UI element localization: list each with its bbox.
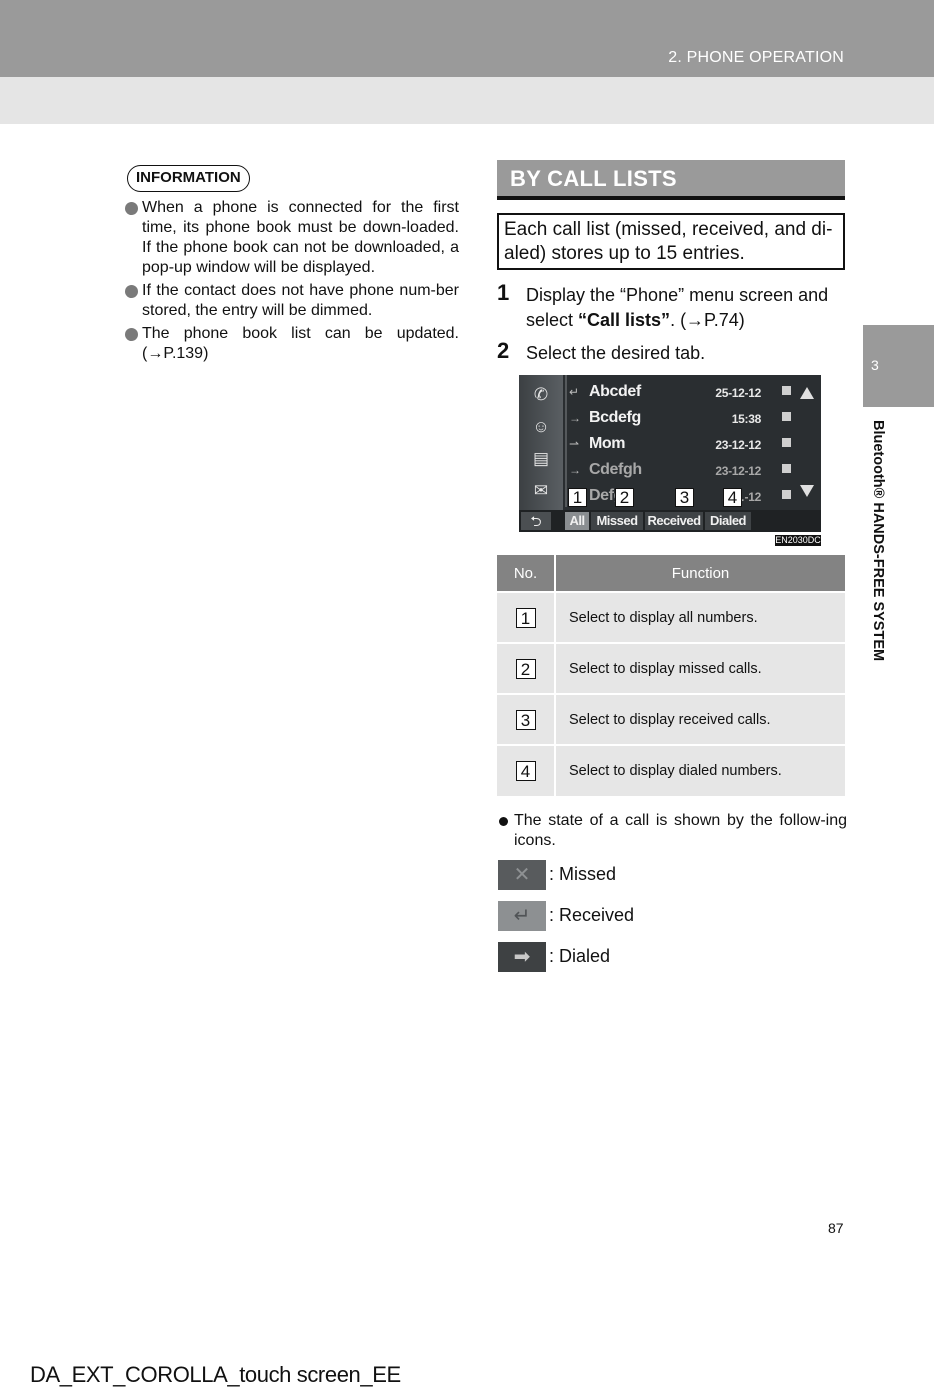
entry-name: Abcdef — [589, 383, 641, 400]
screen-left-rail: ✆ ☺ ▤ ✉ — [519, 375, 563, 532]
phone-type-icon — [782, 490, 791, 499]
number-box: 3 — [515, 709, 536, 730]
document-id: DA_EXT_COROLLA_touch screen_EE — [30, 1362, 401, 1387]
call-entry[interactable]: → Bcdefg 15:38 — [569, 406, 799, 431]
missed-x-icon: ✕ — [498, 860, 546, 890]
section-title: BY CALL LISTS — [510, 166, 677, 191]
bullet-icon — [125, 202, 138, 215]
table-row: 3 Select to display received calls. — [497, 693, 845, 745]
call-entry[interactable]: ⇀ Mom 23-12-12 — [569, 432, 799, 457]
legend-label: : Missed — [549, 864, 617, 884]
information-list: When a phone is connected for the first … — [124, 198, 459, 367]
back-button[interactable]: ⮌ — [521, 512, 551, 530]
header-function: Function — [555, 555, 845, 592]
step-number: 2 — [497, 338, 510, 363]
received-arrow-icon: ↵ — [498, 901, 546, 931]
chapter-header-band: 2. PHONE OPERATION — [0, 0, 934, 77]
dialed-call-icon: → — [569, 463, 581, 477]
header-sub-band — [0, 77, 934, 124]
bullet-icon — [125, 328, 138, 341]
phone-type-icon — [782, 412, 791, 421]
call-state-note: The state of a call is shown by the foll… — [497, 811, 847, 851]
callout-3: 3 — [675, 488, 694, 507]
received-call-icon: ↵ — [569, 385, 580, 399]
tab-all[interactable]: All — [565, 512, 589, 530]
tab-dialed[interactable]: Dialed — [705, 512, 751, 530]
table-row: 1 Select to display all numbers. — [497, 591, 845, 643]
page-number: 87 — [828, 1220, 844, 1236]
missed-call-icon: ⇀ — [569, 437, 580, 451]
function-cell: Select to display received calls. — [555, 693, 845, 745]
scroll-up-arrow-icon[interactable] — [800, 387, 814, 399]
legend-label: : Dialed — [549, 946, 611, 966]
phone-type-icon — [782, 464, 791, 473]
dialed-arrow-icon: ➡ — [498, 942, 546, 972]
information-item: The phone book list can be updated. (→P.… — [124, 324, 459, 364]
messages-icon: ▤ — [532, 449, 550, 468]
tab-received[interactable]: Received — [645, 512, 703, 530]
table-row: 4 Select to display dialed numbers. — [497, 744, 845, 796]
callout-4: 4 — [723, 488, 742, 507]
phone-type-icon — [782, 438, 791, 447]
step-text: Select the desired tab. — [526, 343, 706, 363]
information-item: If the contact does not have phone num-b… — [124, 281, 459, 321]
section-heading: BY CALL LISTS — [497, 160, 845, 200]
number-box: 1 — [515, 607, 536, 628]
scroll-down-arrow-icon[interactable] — [800, 485, 814, 497]
call-entry[interactable]: ↵ Abcdef 25-12-12 — [569, 380, 799, 405]
callout-1: 1 — [568, 488, 587, 507]
entry-name: Cdefgh — [589, 461, 642, 478]
email-icon: ✉ — [533, 481, 549, 500]
function-cell: Select to display all numbers. — [555, 591, 845, 643]
chapter-title: 2. PHONE OPERATION — [668, 49, 844, 66]
side-title-text: Bluetooth® HANDS-FREE SYSTEM — [870, 420, 886, 662]
side-title: Bluetooth® HANDS-FREE SYSTEM — [868, 420, 888, 700]
image-code: EN2030DC — [775, 535, 821, 546]
bullet-icon — [499, 817, 508, 826]
table-row: 2 Select to display missed calls. — [497, 642, 845, 694]
contacts-icon: ☺ — [532, 417, 550, 436]
entry-name: Mom — [589, 435, 626, 452]
callout-2: 2 — [615, 488, 634, 507]
phone-icon: ✆ — [533, 385, 549, 404]
entry-date: 23-12-12 — [715, 464, 761, 478]
tab-missed[interactable]: Missed — [591, 512, 643, 530]
number-box: 4 — [515, 761, 536, 781]
call-entry[interactable]: → Cdefgh 23-12-12 — [569, 458, 799, 483]
chapter-number: 3 — [871, 357, 879, 373]
legend-label: : Received — [549, 905, 635, 925]
bullet-icon — [125, 285, 138, 298]
call-list-tabs: ⮌ All Missed Received Dialed — [519, 510, 821, 532]
entry-name: Bcdefg — [589, 409, 641, 426]
step-number: 1 — [497, 280, 510, 305]
header-no: No. — [497, 555, 556, 592]
information-label: INFORMATION — [127, 165, 250, 192]
phone-type-icon — [782, 386, 791, 395]
chapter-side-tab: 3 — [863, 325, 934, 407]
function-cell: Select to display missed calls. — [555, 642, 845, 694]
call-list-screenshot: ✆ ☺ ▤ ✉ ↵ Abcdef 25-12-12 → Bcdefg 15:38… — [519, 375, 821, 532]
information-item: When a phone is connected for the first … — [124, 198, 459, 278]
function-table: No. Function 1 Select to display all num… — [497, 555, 845, 796]
rail-divider — [565, 375, 567, 507]
entry-date: 25-12-12 — [715, 386, 761, 400]
dialed-call-icon: → — [569, 411, 581, 425]
function-cell: Select to display dialed numbers. — [555, 744, 845, 796]
step-text: Display the “Phone” menu screen and sele… — [526, 285, 829, 330]
entry-date: 15:38 — [731, 412, 762, 426]
table-header-row: No. Function — [497, 555, 845, 592]
note-box: Each call list (missed, received, and di… — [497, 213, 845, 270]
entry-date: 23-12-12 — [715, 438, 761, 452]
number-box: 2 — [515, 658, 536, 679]
